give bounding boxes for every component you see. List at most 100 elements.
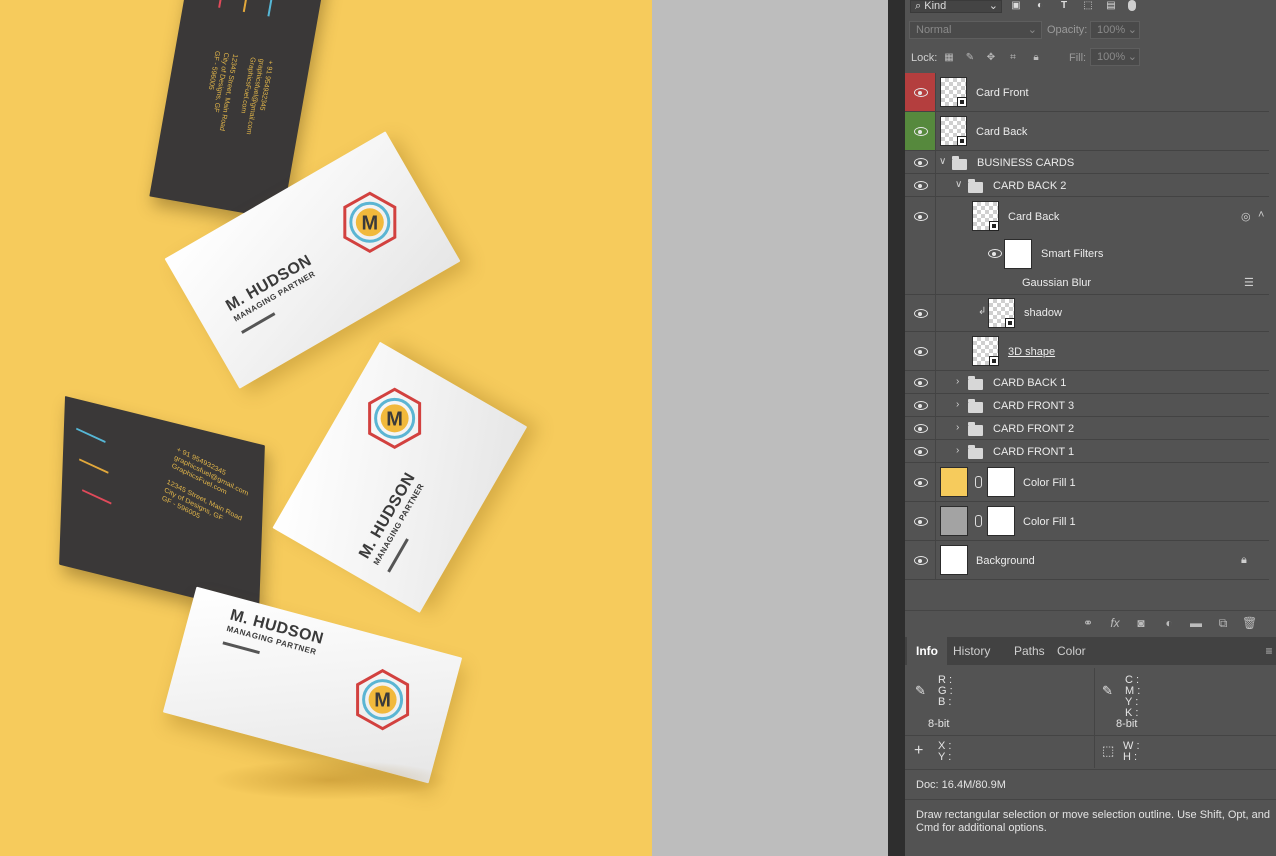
panel-divider[interactable] [888, 0, 905, 856]
filter-name[interactable]: Gaussian Blur [1022, 277, 1091, 289]
layer-row[interactable]: Background 🔒︎ [905, 541, 1269, 580]
logo-letter: M [361, 212, 378, 234]
add-mask-icon[interactable]: ◙ [1134, 617, 1148, 630]
type-filter-icon[interactable]: T [1058, 0, 1070, 11]
layer-row[interactable]: Card Back [905, 112, 1269, 151]
layer-row[interactable]: Card Front [905, 73, 1269, 112]
visibility-toggle[interactable] [905, 417, 936, 439]
layer-row[interactable]: ↲ shadow [905, 295, 1269, 332]
chevron-down-icon[interactable]: ∨ [939, 156, 946, 167]
filter-toggle-icon[interactable] [1128, 0, 1136, 11]
visibility-toggle[interactable] [905, 151, 936, 173]
chevron-down-icon: ⌄ [988, 0, 998, 12]
layer-thumbnail [940, 116, 967, 146]
group-name[interactable]: CARD BACK 1 [993, 377, 1066, 389]
eye-icon [914, 424, 928, 433]
filter-kind-dropdown[interactable]: ⌕ Kind ⌄ [910, 0, 1002, 13]
layer-group-row[interactable]: ∨ CARD BACK 2 [905, 174, 1269, 197]
visibility-toggle[interactable] [905, 295, 936, 331]
smart-filters-row[interactable]: Smart Filters [905, 236, 1269, 272]
layer-group-row[interactable]: › CARD FRONT 3 [905, 394, 1269, 417]
filter-row[interactable]: Gaussian Blur ☰ [905, 272, 1269, 295]
visibility-toggle[interactable] [905, 112, 936, 150]
visibility-toggle[interactable] [905, 332, 936, 370]
layer-name[interactable]: Card Back [1008, 211, 1059, 223]
panel-menu-icon[interactable]: ≡ [1262, 645, 1276, 658]
hexagon-logo-icon: M [368, 387, 422, 450]
group-name[interactable]: CARD FRONT 1 [993, 446, 1074, 458]
chevron-down-icon[interactable]: ∨ [955, 179, 962, 190]
image-filter-icon[interactable]: ▣ [1010, 0, 1022, 11]
group-name[interactable]: BUSINESS CARDS [977, 157, 1074, 169]
group-name[interactable]: CARD BACK 2 [993, 180, 1066, 192]
lock-move-icon[interactable]: ✥ [985, 52, 997, 63]
smart-object-filter-icon[interactable]: ▤ [1105, 0, 1117, 11]
layer-name[interactable]: Card Front [976, 87, 1029, 99]
layer-group-row[interactable]: ∨ BUSINESS CARDS [905, 151, 1269, 174]
trash-icon[interactable]: 🗑︎ [1242, 617, 1257, 630]
card-contact-top: + 91 954932345 graphicsfuel@gmail.com Gr… [199, 50, 275, 138]
tab-history[interactable]: History [944, 637, 999, 665]
new-layer-icon[interactable]: ⧉ [1216, 617, 1230, 630]
tab-paths[interactable]: Paths [1005, 637, 1054, 665]
layer-name[interactable]: 3D shape [1008, 346, 1055, 358]
smart-filters-label[interactable]: Smart Filters [1041, 248, 1103, 260]
layer-name[interactable]: shadow [1024, 307, 1062, 319]
smart-filter-indicator-icon[interactable]: ◎ [1241, 210, 1251, 223]
blend-mode-value: Normal [916, 24, 952, 36]
blending-options-icon[interactable]: ☰ [1244, 276, 1254, 289]
visibility-toggle[interactable] [905, 73, 936, 111]
visibility-toggle[interactable] [905, 440, 936, 462]
chevron-right-icon[interactable]: › [956, 399, 959, 410]
layer-name[interactable]: Color Fill 1 [1023, 477, 1076, 489]
shape-filter-icon[interactable]: ⬚ [1082, 0, 1094, 11]
chevron-right-icon[interactable]: › [956, 376, 959, 387]
fill-field[interactable]: 100% ⌄ [1090, 48, 1140, 66]
visibility-toggle[interactable] [905, 502, 936, 540]
visibility-toggle[interactable] [905, 463, 936, 501]
chevron-right-icon[interactable]: › [956, 422, 959, 433]
visibility-toggle[interactable] [905, 197, 936, 236]
visibility-toggle[interactable] [905, 541, 936, 579]
layer-name[interactable]: Card Back [976, 126, 1027, 138]
group-name[interactable]: CARD FRONT 2 [993, 423, 1074, 435]
layer-name[interactable]: Color Fill 1 [1023, 516, 1076, 528]
new-group-icon[interactable]: ▬ [1189, 617, 1203, 630]
adjustment-filter-icon[interactable]: ◐ [1034, 0, 1046, 11]
divider-horizontal [905, 799, 1276, 800]
lock-all-icon[interactable]: 🔒︎ [1030, 52, 1042, 63]
lock-transparent-icon[interactable]: ▦ [943, 52, 955, 63]
tab-color[interactable]: Color [1048, 637, 1095, 665]
visibility-toggle[interactable] [905, 371, 936, 393]
layer-row[interactable]: Color Fill 1 [905, 502, 1269, 541]
layer-row[interactable]: 3D shape [905, 332, 1269, 371]
opacity-field[interactable]: 100% ⌄ [1090, 21, 1140, 39]
layer-group-row[interactable]: › CARD FRONT 2 [905, 417, 1269, 440]
visibility-toggle[interactable] [905, 394, 936, 416]
chevron-right-icon[interactable]: › [956, 445, 959, 456]
layer-row[interactable]: Card Back ◎ ˄ [905, 197, 1269, 236]
business-card-front-3: M M. HUDSON MANAGING PARTNER [162, 586, 463, 784]
blend-mode-dropdown[interactable]: Normal ⌄ [909, 21, 1042, 39]
layer-name[interactable]: Background [976, 555, 1035, 567]
tab-info[interactable]: Info [907, 637, 947, 665]
eye-column [905, 272, 936, 294]
eye-icon[interactable] [988, 249, 1002, 258]
layer-group-row[interactable]: › CARD FRONT 1 [905, 440, 1269, 463]
chevron-up-icon[interactable]: ˄ [1258, 209, 1264, 221]
document-canvas[interactable]: + 91 954932345 graphicsfuel@gmail.com Gr… [0, 0, 652, 856]
fx-icon[interactable]: fx [1108, 617, 1122, 630]
layer-group-row[interactable]: › CARD BACK 1 [905, 371, 1269, 394]
adjustment-layer-icon[interactable]: ◐ [1162, 617, 1176, 630]
shape-badge-icon [1005, 318, 1015, 328]
link-icon[interactable] [975, 515, 982, 527]
layer-row[interactable]: Color Fill 1 [905, 463, 1269, 502]
lock-paint-icon[interactable]: ✎ [964, 52, 976, 63]
link-icon[interactable] [975, 476, 982, 488]
doc-size: Doc: 16.4M/80.9M [916, 779, 1006, 791]
lock-artboard-icon[interactable]: ⌗ [1007, 52, 1019, 63]
visibility-toggle[interactable] [905, 174, 936, 196]
link-layers-icon[interactable]: ⚭ [1081, 617, 1095, 630]
group-name[interactable]: CARD FRONT 3 [993, 400, 1074, 412]
search-icon: ⌕ [915, 0, 922, 12]
